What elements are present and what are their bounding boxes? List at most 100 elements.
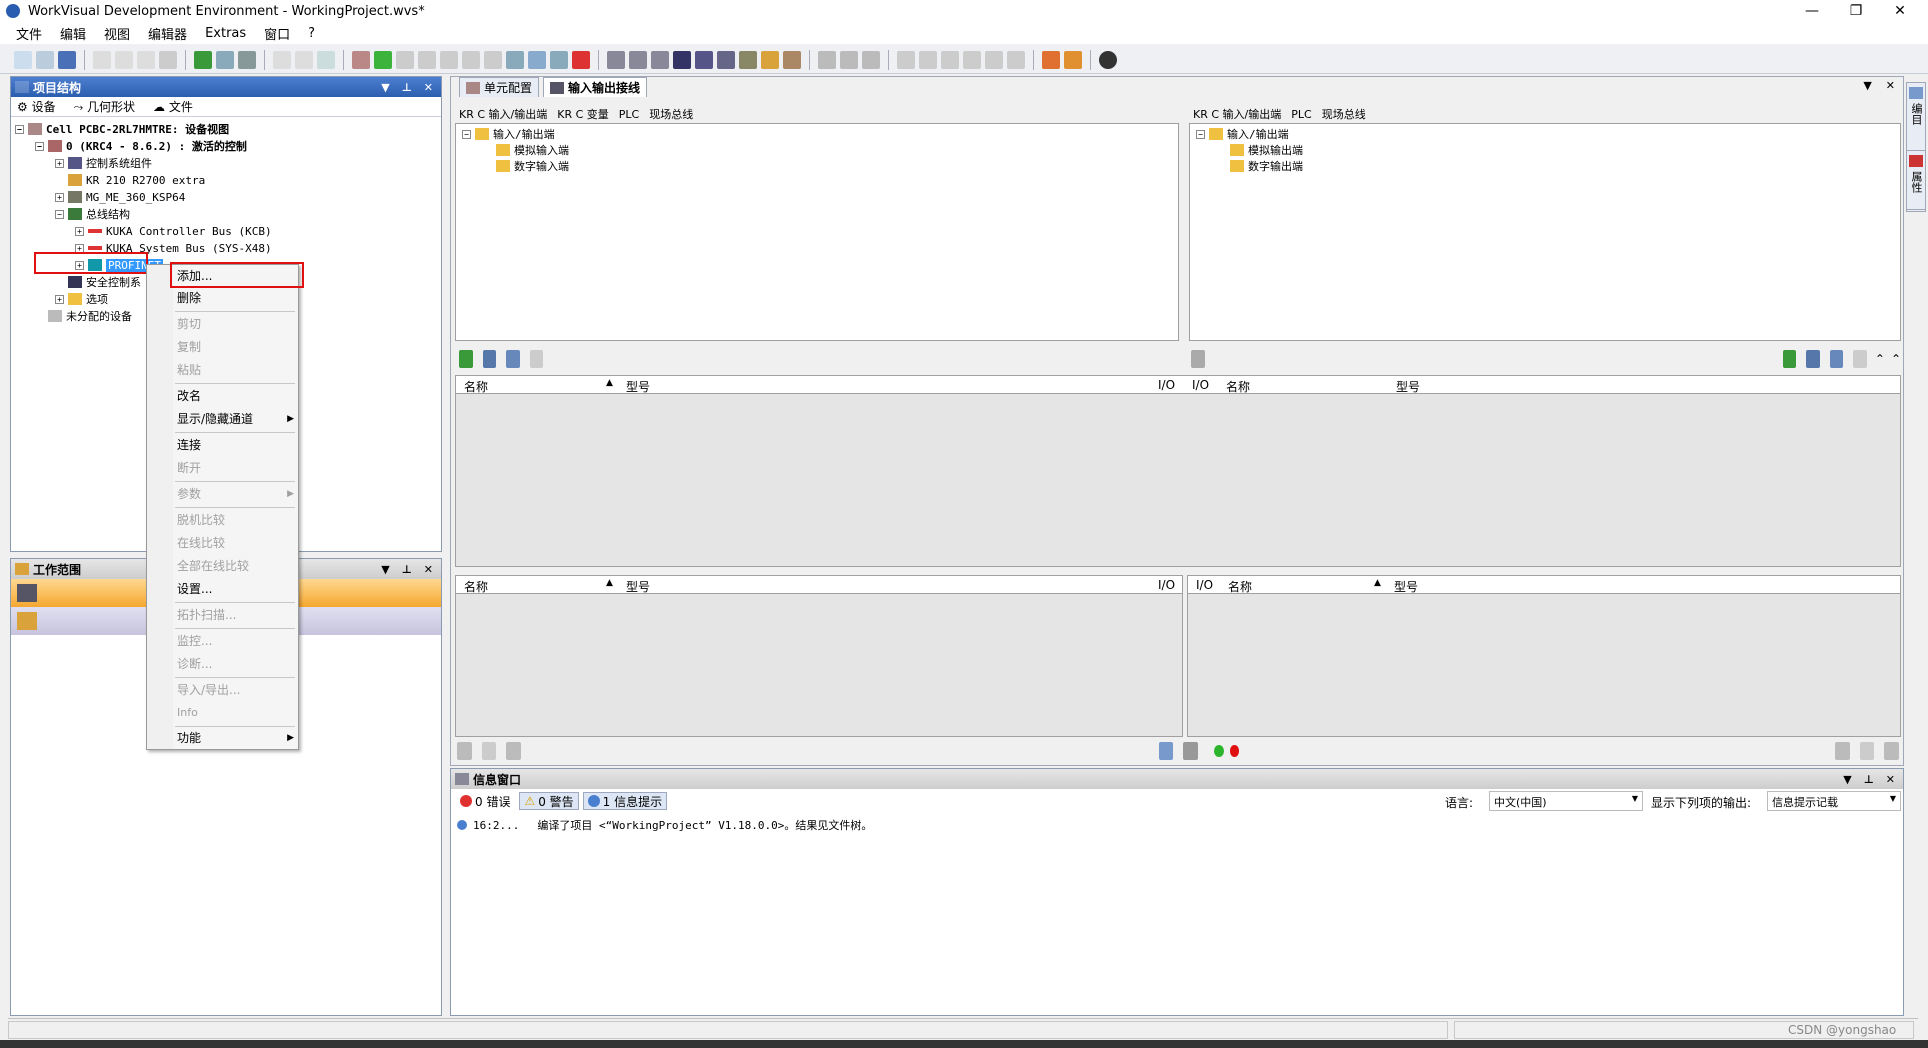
zoom-icon[interactable] bbox=[717, 50, 735, 69]
menu-item-connect[interactable]: 连接 bbox=[177, 435, 201, 455]
tree-item-safety[interactable]: 安全控制系 bbox=[68, 274, 141, 290]
subtab-plc[interactable]: PLC bbox=[1291, 108, 1311, 121]
menu-item-info[interactable]: Info bbox=[177, 703, 198, 723]
col-name[interactable]: 名称 bbox=[464, 578, 488, 595]
dropdown-icon[interactable]: ▼ bbox=[1863, 79, 1871, 92]
align-center-icon[interactable] bbox=[919, 50, 937, 69]
deploy-icon[interactable] bbox=[1042, 50, 1060, 69]
grid-icon[interactable] bbox=[1007, 50, 1025, 69]
collapse-up-icon[interactable]: ⌃ bbox=[1875, 352, 1885, 366]
window-icon[interactable] bbox=[317, 50, 335, 69]
infos-filter-button[interactable]: 1 信息提示 bbox=[582, 792, 668, 810]
tree-item-kcb[interactable]: + KUKA Controller Bus (KCB) bbox=[75, 223, 272, 239]
menu-item-delete[interactable]: 删除 bbox=[177, 288, 201, 308]
tree-item-io[interactable]: − 输入/输出端 bbox=[1196, 126, 1289, 142]
tools-icon[interactable] bbox=[673, 50, 691, 69]
connect-icon[interactable] bbox=[1782, 350, 1797, 368]
menu-item-settings[interactable]: 设置... bbox=[177, 579, 212, 599]
export-icon[interactable] bbox=[550, 50, 568, 69]
menu-extras[interactable]: Extras bbox=[205, 26, 246, 41]
subtab-fieldbus[interactable]: 现场总线 bbox=[1322, 106, 1366, 122]
tree-item-robot[interactable]: KR 210 R2700 extra bbox=[68, 172, 205, 188]
plug-icon[interactable] bbox=[1183, 742, 1198, 760]
subtab-krc-vars[interactable]: KR C 变量 bbox=[557, 106, 609, 122]
menu-item-compare-all[interactable]: 全部在线比较 bbox=[177, 556, 249, 576]
help-icon[interactable] bbox=[1099, 50, 1117, 69]
build-icon[interactable] bbox=[352, 50, 370, 69]
menu-item-online-compare[interactable]: 在线比较 bbox=[177, 533, 225, 553]
unplug-icon[interactable] bbox=[1884, 742, 1900, 760]
menu-item-monitor[interactable]: 监控... bbox=[177, 631, 212, 651]
pencil-icon[interactable] bbox=[481, 742, 497, 760]
tree-item-components[interactable]: + 控制系统组件 bbox=[55, 155, 152, 171]
tab-files[interactable]: ☁ 文件 bbox=[153, 98, 193, 115]
paste-icon[interactable] bbox=[137, 50, 155, 69]
tree-item-cell[interactable]: − Cell PCBC-2RL7HMTRE: 设备视图 bbox=[15, 121, 229, 137]
tree-item-digital-out[interactable]: 数字输出端 bbox=[1230, 158, 1303, 174]
menu-item-disconnect[interactable]: 断开 bbox=[177, 458, 201, 478]
subtab-plc[interactable]: PLC bbox=[619, 108, 639, 121]
unplug-icon[interactable] bbox=[506, 742, 521, 760]
menu-item-topology-scan[interactable]: 拓扑扫描... bbox=[177, 605, 236, 625]
plug-icon[interactable] bbox=[1191, 350, 1205, 368]
tree-item-controller[interactable]: −0 (KRC4 - 8.6.2) : 激活的控制 bbox=[35, 138, 247, 154]
filter-icon[interactable] bbox=[529, 350, 544, 368]
tree-item-digital-in[interactable]: 数字输入端 bbox=[496, 158, 569, 174]
tree-item-mg[interactable]: + MG_ME_360_KSP64 bbox=[55, 189, 185, 205]
side-tab-properties[interactable]: 属性 bbox=[1906, 150, 1926, 210]
subtab-krc-io[interactable]: KR C 输入/输出端 bbox=[459, 106, 547, 122]
pin-icon[interactable]: ⊥ bbox=[1864, 773, 1874, 786]
edit-icon[interactable] bbox=[506, 350, 520, 368]
settings-icon[interactable] bbox=[484, 50, 502, 69]
record-icon[interactable] bbox=[572, 50, 590, 69]
menu-editor[interactable]: 编辑器 bbox=[148, 24, 187, 43]
minimize-button[interactable]: — bbox=[1790, 0, 1834, 22]
tab-geometry[interactable]: ⤳ 几何形状 bbox=[74, 98, 135, 115]
tree-item-options[interactable]: + 选项 bbox=[55, 291, 108, 307]
red-status-icon[interactable] bbox=[1229, 745, 1240, 757]
menu-item-offline-compare[interactable]: 脱机比较 bbox=[177, 510, 225, 530]
collapse-all-icon[interactable]: ⌃ bbox=[1891, 352, 1901, 366]
menu-item-copy[interactable]: 复制 bbox=[177, 337, 201, 357]
close-panel-icon[interactable]: ✕ bbox=[424, 563, 433, 576]
warnings-filter-button[interactable]: ⚠ 0 警告 bbox=[519, 792, 579, 810]
menu-view[interactable]: 视图 bbox=[104, 24, 130, 43]
tab-io-wiring[interactable]: 输入输出接线 bbox=[543, 77, 648, 97]
redo-icon[interactable] bbox=[295, 50, 313, 69]
col-io[interactable]: I/O bbox=[1158, 578, 1175, 592]
menu-item-cut[interactable]: 剪切 bbox=[177, 314, 201, 334]
print-icon[interactable] bbox=[238, 50, 256, 69]
tree-item-io[interactable]: − 输入/输出端 bbox=[462, 126, 555, 142]
tree-item-bus[interactable]: − 总线结构 bbox=[55, 206, 130, 222]
transfer-icon[interactable] bbox=[1064, 50, 1082, 69]
subtab-fieldbus[interactable]: 现场总线 bbox=[649, 106, 693, 122]
language-select[interactable]: 中文(中国) ▼ bbox=[1489, 791, 1643, 811]
menu-window[interactable]: 窗口 bbox=[264, 24, 290, 43]
align-left-icon[interactable] bbox=[897, 50, 915, 69]
col-name-right[interactable]: 名称 bbox=[1226, 378, 1250, 395]
target-icon[interactable] bbox=[651, 50, 669, 69]
save-icon[interactable] bbox=[58, 50, 76, 69]
copy-icon[interactable] bbox=[115, 50, 133, 69]
connect-icon[interactable] bbox=[459, 350, 473, 368]
tab-cell-config[interactable]: 单元配置 bbox=[459, 77, 540, 97]
close-icon[interactable]: ✕ bbox=[1886, 79, 1895, 92]
list-item[interactable]: 16:2... 编译了项目 <“WorkingProject” V1.18.0.… bbox=[457, 817, 872, 833]
collapse-icon[interactable] bbox=[985, 50, 1003, 69]
menu-file[interactable]: 文件 bbox=[16, 24, 42, 43]
pencil-icon[interactable] bbox=[1859, 742, 1875, 760]
menu-edit[interactable]: 编辑 bbox=[60, 24, 86, 43]
menu-item-parameters[interactable]: 参数 ▶ bbox=[177, 484, 294, 504]
pause-icon[interactable] bbox=[396, 50, 414, 69]
plug-icon[interactable] bbox=[457, 742, 472, 760]
col-io-right[interactable]: I/O bbox=[1192, 378, 1209, 392]
robot-icon[interactable] bbox=[607, 50, 625, 69]
col-name[interactable]: 名称 bbox=[464, 378, 488, 395]
lock-icon[interactable] bbox=[695, 50, 713, 69]
play-icon[interactable] bbox=[374, 50, 392, 69]
import-icon[interactable] bbox=[216, 50, 234, 69]
pin-icon[interactable]: ⊥ bbox=[402, 81, 412, 94]
tree-item-analog-in[interactable]: 模拟输入端 bbox=[496, 142, 569, 158]
menu-item-import-export[interactable]: 导入/导出... bbox=[177, 680, 241, 700]
tree-item-analog-out[interactable]: 模拟输出端 bbox=[1230, 142, 1303, 158]
